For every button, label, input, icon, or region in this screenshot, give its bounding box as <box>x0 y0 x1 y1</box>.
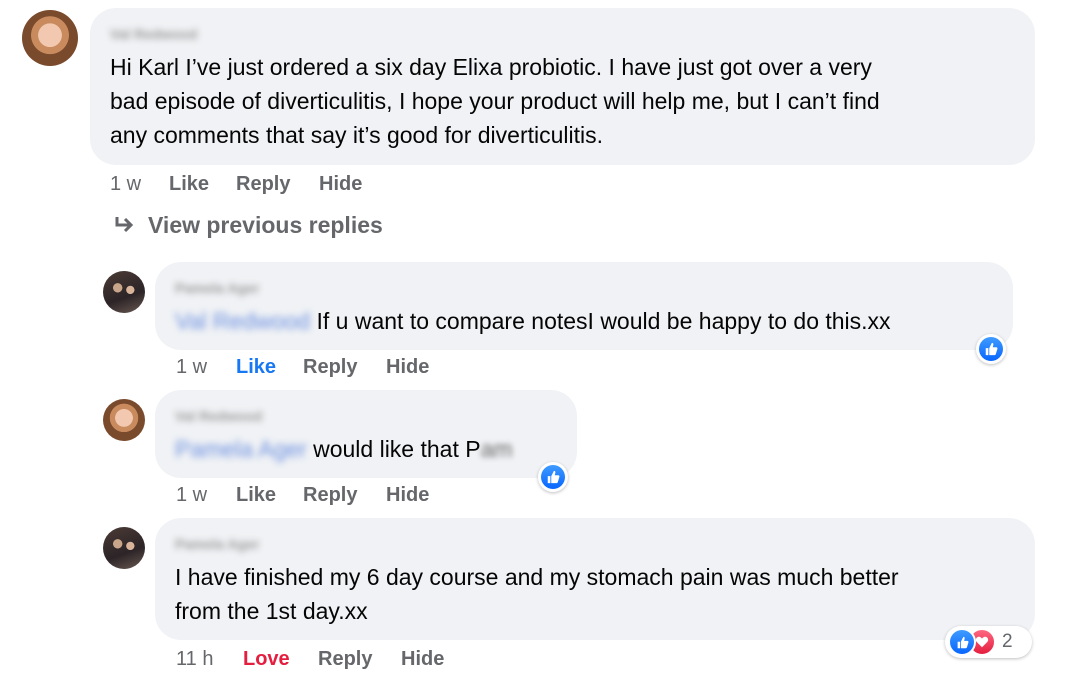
reply-timestamp[interactable]: 11 h <box>176 648 213 671</box>
mention-link[interactable]: Pamela Ager <box>175 436 307 462</box>
reply-author[interactable]: Pamela Ager <box>175 536 259 552</box>
thumbs-up-icon <box>547 470 560 484</box>
like-button[interactable]: Like <box>236 484 276 507</box>
avatar[interactable] <box>103 271 145 313</box>
comment-text: Hi Karl I’ve just ordered a six day Elix… <box>110 54 880 148</box>
like-button[interactable]: Like <box>169 173 209 196</box>
reply-bubble: Pamela Ager Val Redwood If u want to com… <box>155 262 1013 350</box>
reply-timestamp[interactable]: 1 w <box>176 484 207 507</box>
avatar[interactable] <box>22 10 78 66</box>
view-previous-label: View previous replies <box>148 212 383 238</box>
like-button[interactable]: Like <box>236 356 276 379</box>
reaction-count: 2 <box>1002 631 1013 652</box>
like-reaction[interactable] <box>976 334 1006 364</box>
reply-button[interactable]: Reply <box>318 648 372 671</box>
reply-button[interactable]: Reply <box>303 356 357 379</box>
thumbs-up-icon <box>985 342 998 356</box>
hide-button[interactable]: Hide <box>401 648 444 671</box>
like-reaction[interactable] <box>538 462 568 492</box>
reply-bubble: Val Redwood Pamela Ager would like that … <box>155 390 577 478</box>
heart-icon <box>975 636 989 648</box>
comment-bubble: Val Redwood Hi Karl I’ve just ordered a … <box>90 8 1035 165</box>
reply-text: Val Redwood If u want to compare notesI … <box>175 308 891 334</box>
reply-author[interactable]: Val Redwood <box>175 408 262 424</box>
avatar[interactable] <box>103 527 145 569</box>
view-previous-replies[interactable]: View previous replies <box>112 212 383 239</box>
comment-author[interactable]: Val Redwood <box>110 26 197 42</box>
comment-timestamp[interactable]: 1 w <box>110 173 141 196</box>
mention-link[interactable]: Val Redwood <box>175 308 310 334</box>
reply-bubble: Pamela Ager I have finished my 6 day cou… <box>155 518 1035 640</box>
thumbs-up-icon <box>957 636 968 648</box>
reply-author[interactable]: Pamela Ager <box>175 280 259 296</box>
reply-button[interactable]: Reply <box>236 173 290 196</box>
reactions-summary[interactable]: 2 <box>945 626 1032 658</box>
love-button[interactable]: Love <box>243 648 290 671</box>
hide-button[interactable]: Hide <box>386 356 429 379</box>
hide-button[interactable]: Hide <box>386 484 429 507</box>
hide-button[interactable]: Hide <box>319 173 362 196</box>
reply-text: Pamela Ager would like that Pam <box>175 436 513 462</box>
reply-arrow-icon <box>115 216 134 232</box>
reply-timestamp[interactable]: 1 w <box>176 356 207 379</box>
reply-text: I have finished my 6 day course and my s… <box>175 564 899 624</box>
reply-button[interactable]: Reply <box>303 484 357 507</box>
avatar[interactable] <box>103 399 145 441</box>
